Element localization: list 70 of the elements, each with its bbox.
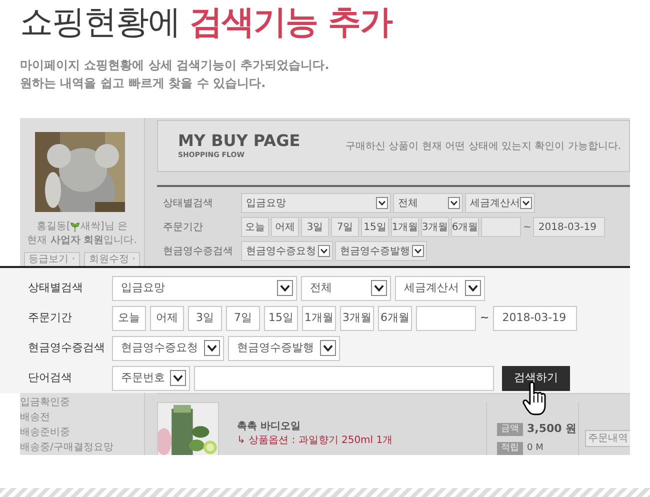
period-button[interactable]: 3개월	[421, 217, 449, 237]
period-button[interactable]: 7일	[226, 306, 260, 330]
search-button[interactable]: 검색하기	[502, 366, 570, 390]
field-label: 단어검색	[28, 370, 73, 386]
chevron-down-icon	[376, 197, 388, 209]
headline: 쇼핑현황에	[20, 2, 180, 41]
period-button[interactable]: 어제	[150, 306, 184, 330]
chevron-down-icon	[448, 197, 460, 209]
field-label: 상태별검색	[28, 280, 84, 296]
field-label: 주문기간	[163, 220, 204, 234]
field-label: 주문기간	[28, 310, 73, 326]
dropdown[interactable]: 현금영수증요청	[241, 241, 333, 261]
chevron-down-icon	[277, 280, 293, 296]
chevron-down-icon	[320, 340, 336, 356]
date-to-field[interactable]: 2018-03-19	[533, 217, 606, 237]
dropdown[interactable]: 세금계산서	[465, 193, 535, 213]
dropdown[interactable]: 입금요망	[241, 193, 391, 213]
period-button[interactable]: 1개월	[391, 217, 419, 237]
date-from-field[interactable]	[481, 217, 521, 237]
sprout-icon	[70, 222, 80, 232]
chevron-down-icon	[371, 280, 387, 296]
range-separator: ~	[480, 310, 490, 326]
description-text: 마이페이지 쇼핑현황에 상세 검색기능이 추가되었습니다.	[20, 57, 330, 74]
dropdown[interactable]: 입금요망	[112, 276, 297, 300]
dropdown[interactable]: 현금영수증요청	[112, 336, 224, 360]
chevron-down-icon	[520, 197, 532, 209]
period-button[interactable]: 15일	[361, 217, 389, 237]
membership-text: 현재 사업자 회원입니다.	[26, 234, 138, 248]
chevron-down-icon	[318, 245, 330, 257]
range-separator: ~	[523, 220, 532, 234]
product-option: ↳ 상품옵션 : 과일향기 250ml 1개	[237, 434, 393, 447]
price-label: 금액	[497, 422, 523, 436]
period-button[interactable]: 오늘	[112, 306, 146, 330]
member-suffix: ]님 은	[100, 220, 128, 234]
period-button[interactable]: 15일	[264, 306, 298, 330]
member-name: 홍길동[	[36, 220, 70, 234]
points-label: 적립	[497, 442, 523, 455]
dropdown[interactable]: 전체	[301, 276, 391, 300]
chevron-down-icon	[170, 370, 186, 386]
member-grade: 새싹	[80, 220, 100, 234]
date-to-field[interactable]: 2018-03-19	[493, 306, 578, 330]
page-note: 구매하신 상품이 현재 어떤 상태에 있는지 확인이 가능합니다.	[346, 140, 621, 154]
field-label: 상태별검색	[163, 196, 214, 210]
search-field[interactable]	[194, 366, 494, 390]
dropdown[interactable]: 현금영수증발행	[335, 241, 427, 261]
period-button[interactable]: 6개월	[451, 217, 479, 237]
period-button[interactable]: 3일	[301, 217, 329, 237]
period-button[interactable]: 7일	[331, 217, 359, 237]
period-button[interactable]: 3일	[188, 306, 222, 330]
product-name: 촉촉 바디오일	[237, 420, 300, 434]
period-button[interactable]: 어제	[271, 217, 299, 237]
field-label: 현금영수증검색	[163, 244, 234, 258]
dropdown[interactable]: 세금계산서	[395, 276, 485, 300]
headline-highlight: 검색기능 추가	[190, 2, 392, 41]
price-value: 3,500 원	[527, 421, 577, 437]
field-label: 현금영수증검색	[28, 340, 106, 356]
dropdown[interactable]: 현금영수증발행	[228, 336, 340, 360]
chevron-down-icon	[465, 280, 481, 296]
description-text: 원하는 내역을 쉽고 빠르게 찾을 수 있습니다.	[20, 75, 266, 92]
points-value: 0 M	[527, 442, 544, 454]
page-title: MY BUY PAGE	[178, 132, 300, 150]
dropdown[interactable]: 전체	[393, 193, 463, 213]
period-button[interactable]: 6개월	[378, 306, 412, 330]
period-button[interactable]: 3개월	[340, 306, 374, 330]
period-button[interactable]: 오늘	[241, 217, 269, 237]
chevron-down-icon	[204, 340, 220, 356]
period-button[interactable]: 1개월	[302, 306, 336, 330]
dropdown[interactable]: 주문번호	[112, 366, 190, 390]
chevron-down-icon	[412, 245, 424, 257]
date-from-field[interactable]	[416, 306, 476, 330]
